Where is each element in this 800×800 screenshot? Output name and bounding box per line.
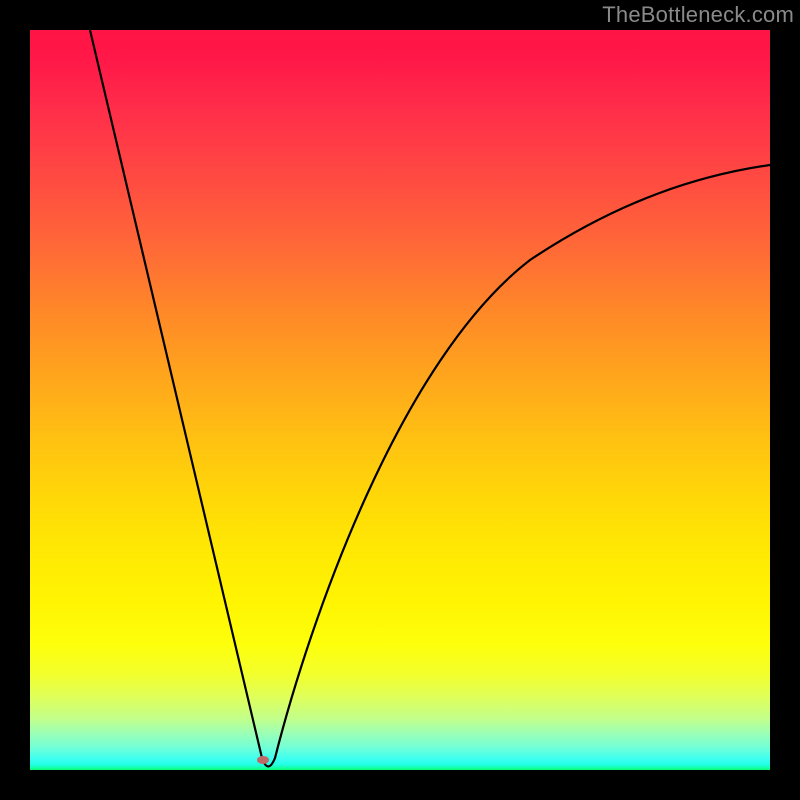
bottleneck-curve bbox=[30, 30, 770, 770]
optimal-point-marker bbox=[257, 756, 269, 764]
plot-area bbox=[30, 30, 770, 770]
watermark-text: TheBottleneck.com bbox=[602, 2, 794, 28]
curve-path bbox=[90, 30, 770, 767]
chart-frame: TheBottleneck.com bbox=[0, 0, 800, 800]
